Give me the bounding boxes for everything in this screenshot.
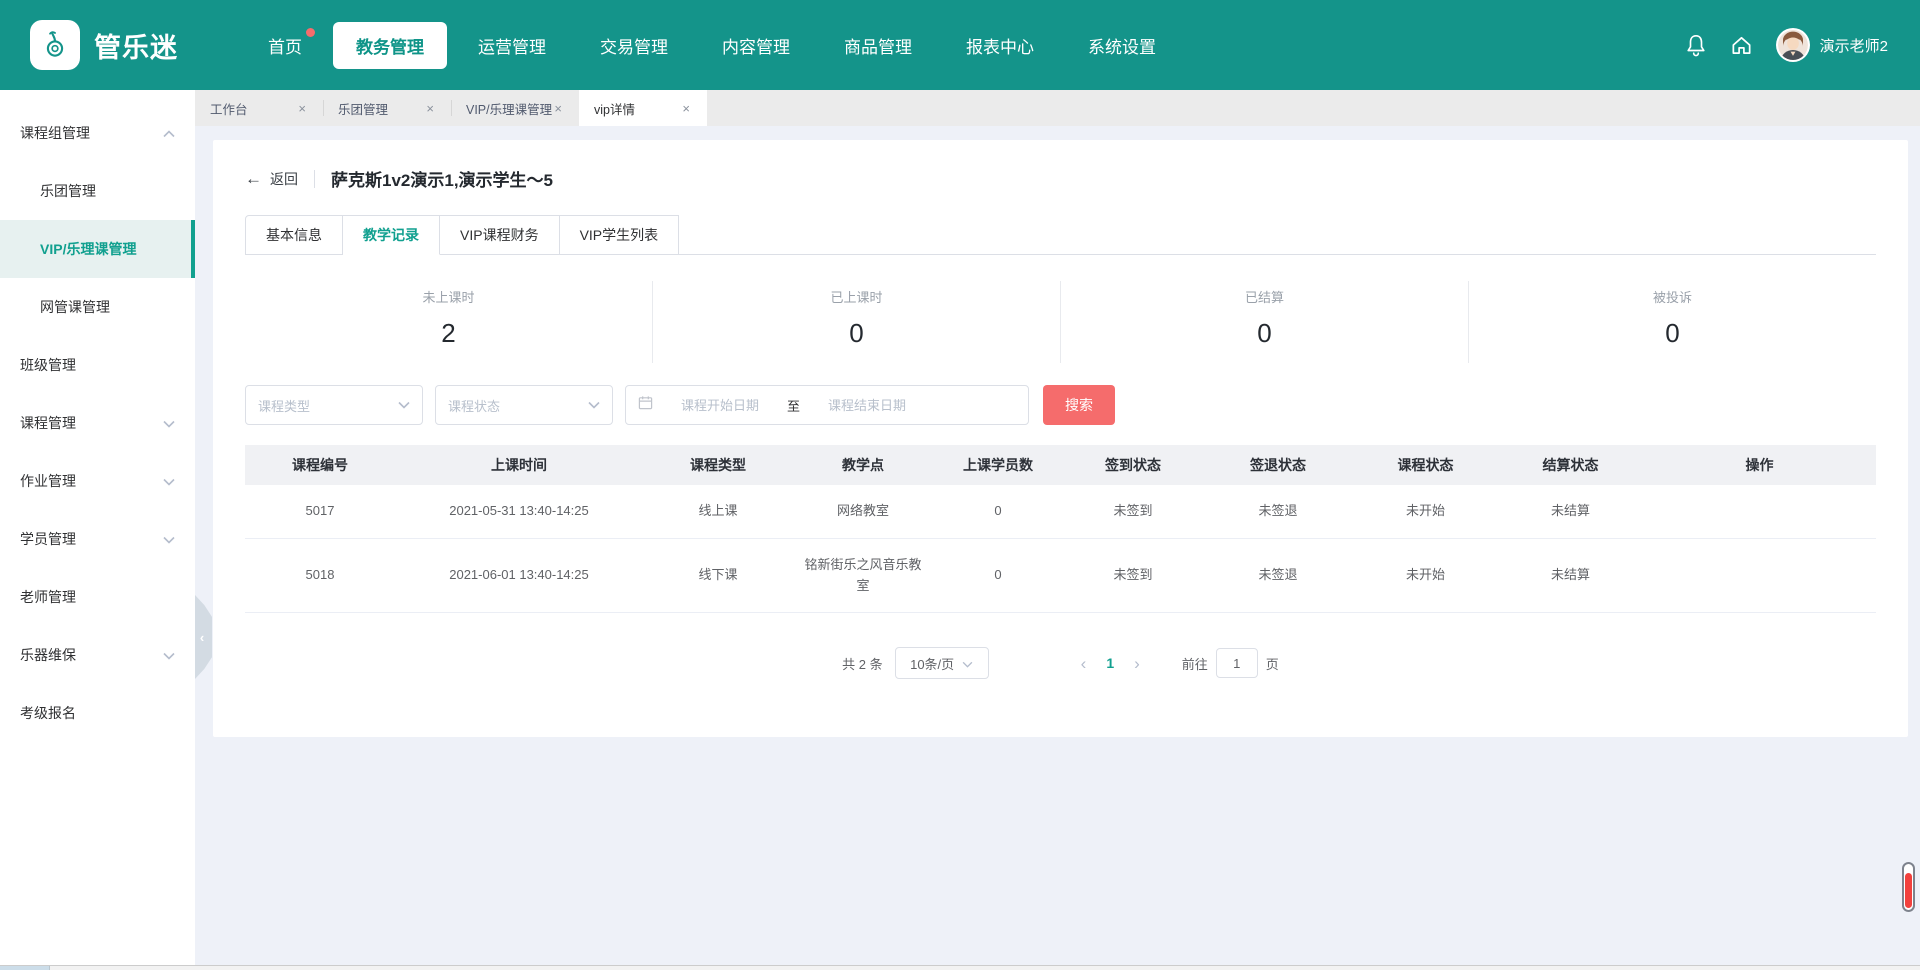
- user-name: 演示老师2: [1820, 35, 1888, 56]
- chevron-down-icon: [962, 656, 973, 671]
- scrollbar-fill: [1905, 873, 1912, 908]
- chevron-up-icon: [163, 125, 175, 141]
- nav-item-academic[interactable]: 教务管理: [333, 22, 447, 69]
- sidebar-item-students[interactable]: 学员管理: [0, 510, 195, 568]
- page-size-select[interactable]: 10条/页: [895, 647, 989, 679]
- current-page[interactable]: 1: [1106, 655, 1114, 671]
- table-header: 课程编号 上课时间 课程类型 教学点 上课学员数 签到状态 签退状态 课程状态 …: [245, 445, 1876, 485]
- vertical-scrollbar-thumb[interactable]: [1902, 862, 1915, 912]
- nav-item-home[interactable]: 首页: [245, 22, 325, 69]
- nav-item-trade[interactable]: 交易管理: [577, 22, 691, 69]
- home-icon[interactable]: [1730, 33, 1754, 57]
- prev-page-icon[interactable]: ‹: [1081, 655, 1087, 672]
- chevron-down-icon: [398, 396, 410, 414]
- nav-item-goods[interactable]: 商品管理: [821, 22, 935, 69]
- close-icon[interactable]: ×: [552, 101, 564, 116]
- stat-attended: 已上课时 0: [653, 281, 1061, 363]
- table-row: 5017 2021-05-31 13:40-14:25 线上课 网络教室 0 未…: [245, 485, 1876, 539]
- sidebar-item-orchestra[interactable]: 乐团管理: [0, 162, 195, 220]
- sidebar-item-class[interactable]: 班级管理: [0, 336, 195, 394]
- tab-basic-info[interactable]: 基本信息: [245, 215, 343, 255]
- tab-teaching-record[interactable]: 教学记录: [343, 215, 440, 255]
- stat-not-attended: 未上课时 2: [245, 281, 653, 363]
- page-title: 萨克斯1v2演示1,演示学生～5: [331, 166, 553, 191]
- tab-vip-students[interactable]: VIP学生列表: [560, 215, 680, 255]
- calendar-icon: [638, 395, 653, 415]
- tab-workbench[interactable]: 工作台 ×: [195, 90, 323, 126]
- top-navbar: 管乐迷 首页 教务管理 运营管理 交易管理 内容管理 商品管理 报表中心 系统设…: [0, 0, 1920, 90]
- start-date-input[interactable]: [661, 398, 779, 413]
- sidebar-item-course[interactable]: 课程管理: [0, 394, 195, 452]
- goto-page-input[interactable]: [1216, 648, 1258, 678]
- detail-card: ← 返回 萨克斯1v2演示1,演示学生～5 基本信息 教学记录 VIP课程财务 …: [213, 140, 1908, 737]
- tab-orchestra[interactable]: 乐团管理 ×: [323, 90, 451, 126]
- sidebar-item-teachers[interactable]: 老师管理: [0, 568, 195, 626]
- close-icon[interactable]: ×: [296, 101, 308, 116]
- table-row: 5018 2021-06-01 13:40-14:25 线下课 铭新街乐之风音乐…: [245, 539, 1876, 614]
- chevron-down-icon: [163, 647, 175, 663]
- stat-settled: 已结算 0: [1061, 281, 1469, 363]
- filter-bar: 课程类型 课程状态: [245, 385, 1876, 425]
- date-range-picker[interactable]: 至: [625, 385, 1029, 425]
- nav-item-content[interactable]: 内容管理: [699, 22, 813, 69]
- brand-logo[interactable]: 管乐迷: [30, 20, 245, 70]
- tab-vip-finance[interactable]: VIP课程财务: [440, 215, 560, 255]
- nav-item-report[interactable]: 报表中心: [943, 22, 1057, 69]
- page-unit-label: 页: [1266, 654, 1279, 673]
- notification-dot: [306, 28, 315, 37]
- pagination-total: 共 2 条: [842, 654, 882, 673]
- divider: [314, 170, 315, 188]
- bell-icon[interactable]: [1684, 33, 1708, 57]
- navbar-right: 演示老师2: [1684, 0, 1888, 90]
- tab-vip-course[interactable]: VIP/乐理课管理 ×: [451, 90, 579, 126]
- avatar: [1776, 28, 1810, 62]
- pagination: 共 2 条 10条/页 ‹ 1 › 前往: [245, 647, 1876, 679]
- chevron-down-icon: [163, 531, 175, 547]
- nav-item-operation[interactable]: 运营管理: [455, 22, 569, 69]
- horizontal-scrollbar-thumb[interactable]: [0, 966, 50, 970]
- course-type-select[interactable]: 课程类型: [245, 385, 423, 425]
- stat-complained: 被投诉 0: [1469, 281, 1876, 363]
- app-logo-icon: [30, 20, 80, 70]
- chevron-down-icon: [163, 473, 175, 489]
- close-icon[interactable]: ×: [424, 101, 436, 116]
- main-nav: 首页 教务管理 运营管理 交易管理 内容管理 商品管理 报表中心 系统设置: [245, 22, 1179, 69]
- back-arrow-icon: ←: [245, 169, 262, 189]
- close-icon[interactable]: ×: [680, 101, 692, 116]
- sidebar-item-exam[interactable]: 考级报名: [0, 684, 195, 742]
- chevron-down-icon: [588, 396, 600, 414]
- detail-tabs: 基本信息 教学记录 VIP课程财务 VIP学生列表: [245, 215, 1876, 255]
- brand-name: 管乐迷: [94, 26, 178, 65]
- back-button[interactable]: ← 返回: [245, 169, 298, 189]
- goto-label: 前往: [1182, 654, 1208, 673]
- date-separator: 至: [787, 396, 800, 415]
- collapse-arrow-icon: ‹: [200, 630, 204, 645]
- sidebar-item-instrument[interactable]: 乐器维保: [0, 626, 195, 684]
- records-table: 课程编号 上课时间 课程类型 教学点 上课学员数 签到状态 签退状态 课程状态 …: [245, 445, 1876, 613]
- nav-item-settings[interactable]: 系统设置: [1065, 22, 1179, 69]
- next-page-icon[interactable]: ›: [1134, 655, 1140, 672]
- end-date-input[interactable]: [808, 398, 926, 413]
- sidebar-item-net-course[interactable]: 网管课管理: [0, 278, 195, 336]
- search-button[interactable]: 搜索: [1043, 385, 1115, 425]
- workspace-tabbar: 工作台 × 乐团管理 × VIP/乐理课管理 × vip详情 ×: [195, 90, 1920, 126]
- tab-vip-detail[interactable]: vip详情 ×: [579, 90, 707, 126]
- sidebar: 课程组管理 乐团管理 VIP/乐理课管理 网管课管理 班级管理 课程管理 作业管…: [0, 90, 195, 970]
- sidebar-item-vip-course[interactable]: VIP/乐理课管理: [0, 220, 195, 278]
- sidebar-item-homework[interactable]: 作业管理: [0, 452, 195, 510]
- chevron-down-icon: [163, 415, 175, 431]
- sidebar-item-course-group[interactable]: 课程组管理: [0, 104, 195, 162]
- course-status-select[interactable]: 课程状态: [435, 385, 613, 425]
- user-menu[interactable]: 演示老师2: [1776, 28, 1888, 62]
- horizontal-scrollbar[interactable]: [0, 965, 1920, 970]
- stats-row: 未上课时 2 已上课时 0 已结算 0 被投诉 0: [245, 281, 1876, 363]
